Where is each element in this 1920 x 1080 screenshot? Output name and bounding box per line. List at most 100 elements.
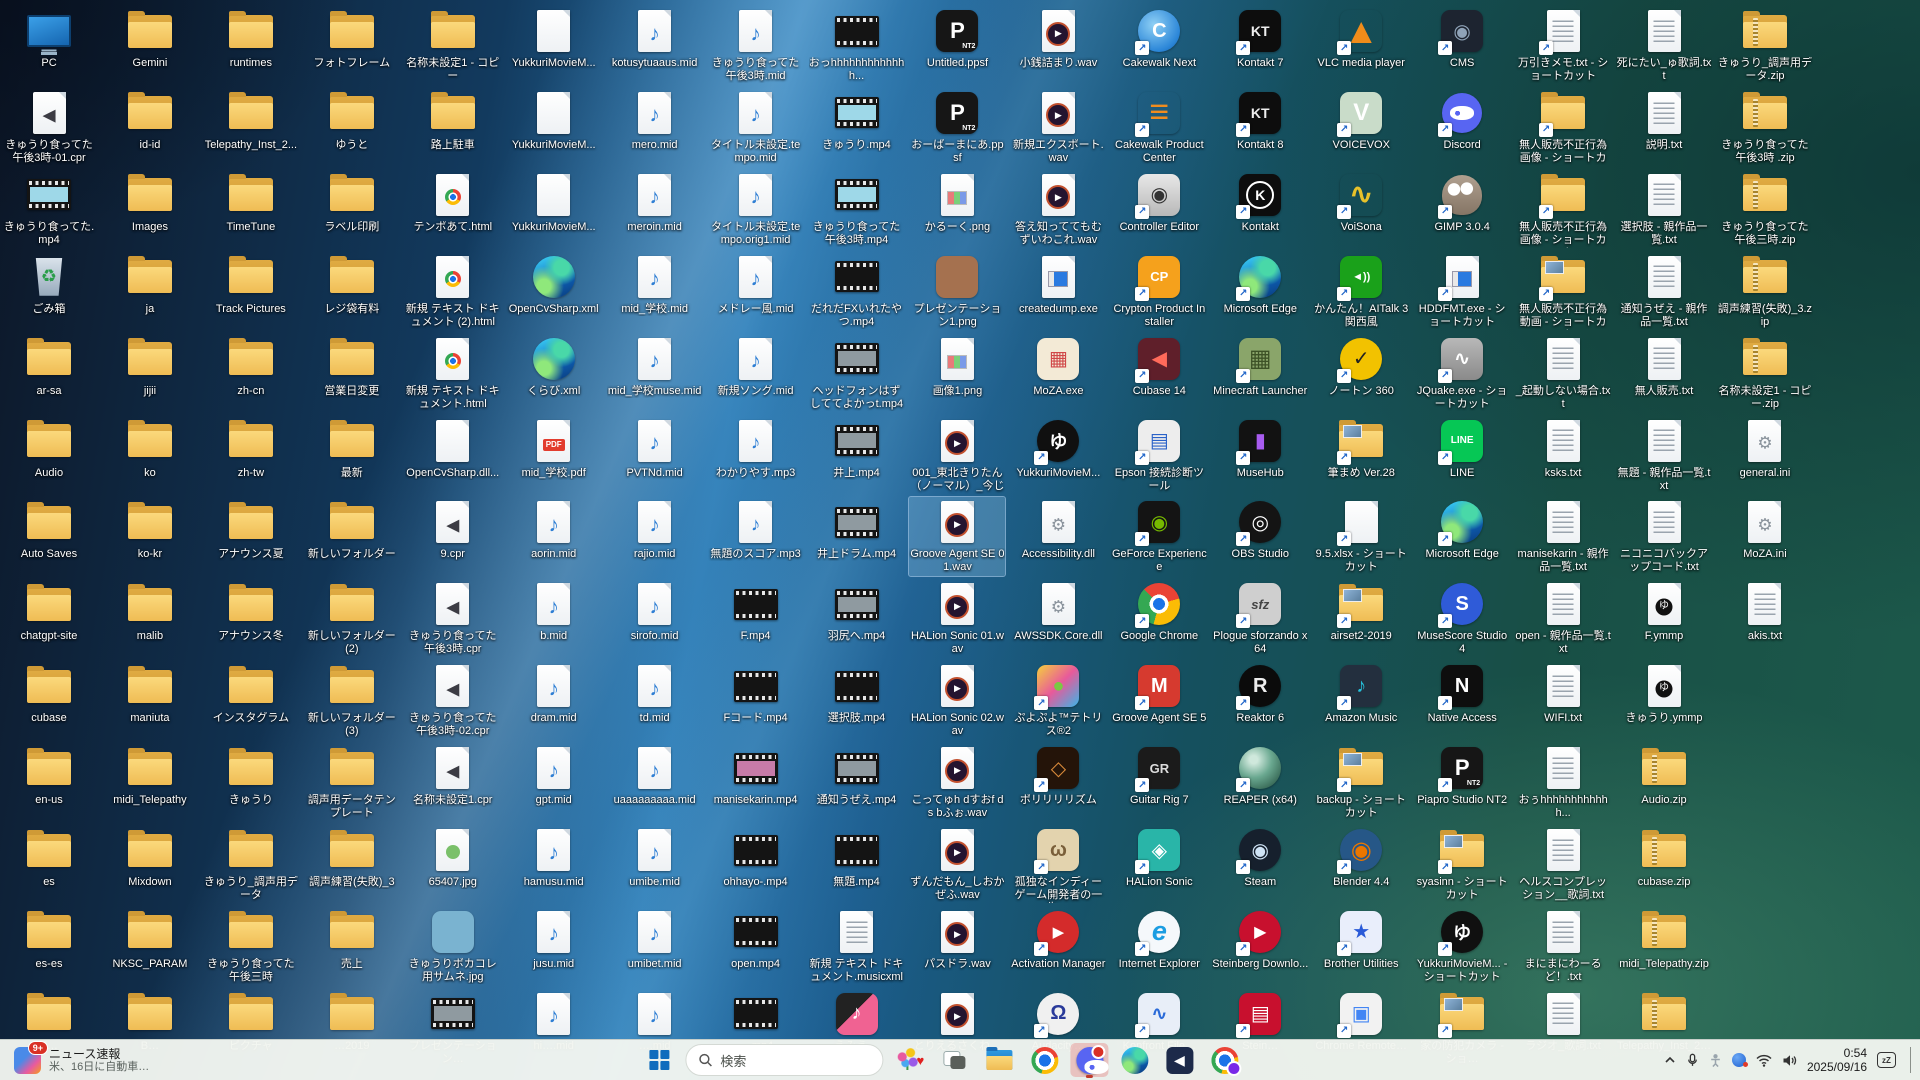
desktop-icon[interactable]: ♪mid_学校.mid	[607, 252, 703, 318]
desktop-icon[interactable]: ▶Groove Agent SE 01.wav	[909, 497, 1005, 576]
desktop-icon[interactable]: おぅhhhhhhhhhhhh...	[1515, 743, 1611, 822]
desktop-icon[interactable]: zh-cn	[203, 334, 299, 400]
desktop-icon[interactable]: OpenCvSharp.xml	[506, 252, 602, 318]
file-explorer-button[interactable]	[980, 1043, 1018, 1077]
desktop-icon[interactable]: 調声練習(失敗)_3.zip	[1717, 252, 1813, 331]
desktop-icon[interactable]: PNT2Untitled.ppsf	[909, 6, 1005, 72]
desktop-icon[interactable]: ⚙Accessibility.dll	[1010, 497, 1106, 563]
desktop-icon[interactable]: ゆきゅうり.ymmp	[1616, 661, 1712, 727]
desktop-icon[interactable]: 売上	[304, 907, 400, 973]
desktop-icon[interactable]: ↗9.5.xlsx - ショートカット	[1313, 497, 1409, 576]
desktop-icon[interactable]: テンポあて.html	[405, 170, 501, 236]
desktop-icon[interactable]: 死にたい_ゅ歌詞.txt	[1616, 6, 1712, 85]
desktop-icon[interactable]: akis.txt	[1717, 579, 1813, 645]
desktop-icon[interactable]: きゅうり食ってた午後3時.mp4	[809, 170, 905, 249]
desktop-icon[interactable]: ↗無人販売不正行為 動画 - ショートカット	[1515, 252, 1611, 332]
desktop-icon[interactable]: きゅうり食ってた午後3時 .zip	[1717, 88, 1813, 167]
desktop-icon[interactable]: きゅうりボカコレ用サムネ.jpg	[405, 907, 501, 986]
desktop-icon[interactable]: V↗VOICEVOX	[1313, 88, 1409, 154]
desktop-icon[interactable]: Track Pictures	[203, 252, 299, 318]
desktop-icon[interactable]: 説明.txt	[1616, 88, 1712, 154]
desktop-icon[interactable]: PNT2おーばーまにあ.ppsf	[909, 88, 1005, 167]
desktop-icon[interactable]: フォトフレーム	[304, 6, 400, 72]
desktop-icon[interactable]: ♪PVTNd.mid	[607, 416, 703, 482]
desktop-icon[interactable]: es-es	[1, 907, 97, 973]
desktop-icon[interactable]: chatgpt-site	[1, 579, 97, 645]
desktop-icon[interactable]: LINE↗LINE	[1414, 416, 1510, 482]
desktop-icon[interactable]: ♪タイトル未設定.tempo.mid	[708, 88, 804, 167]
desktop-icon[interactable]: 名称未設定1 - コピー.zip	[1717, 334, 1813, 413]
desktop-icon[interactable]: ゆ↗YukkuriMovieM...	[1010, 416, 1106, 482]
desktop-icon[interactable]: runtimes	[203, 6, 299, 72]
discord-taskbar-button[interactable]	[1070, 1043, 1108, 1077]
desktop-icon[interactable]: 路上駐車	[405, 88, 501, 154]
desktop-icon[interactable]: ▶パスドラ.wav	[909, 907, 1005, 973]
desktop-icon[interactable]: YukkuriMovieM...	[506, 88, 602, 154]
desktop-icon[interactable]: _起動しない場合.txt	[1515, 334, 1611, 413]
desktop-icon[interactable]: ▦MoZA.exe	[1010, 334, 1106, 400]
desktop-icon[interactable]: manisekarin.mp4	[708, 743, 804, 809]
chrome-taskbar-button[interactable]	[1025, 1043, 1063, 1077]
desktop-icon[interactable]: ゆうと	[304, 88, 400, 154]
desktop-icon[interactable]: ▶新規エクスポート.wav	[1010, 88, 1106, 167]
desktop-icon[interactable]: PC	[1, 6, 97, 72]
desktop-icon[interactable]: KT↗Kontakt 8	[1212, 88, 1308, 154]
desktop-icon[interactable]: ♪uaaaaaaaaa.mid	[607, 743, 703, 809]
desktop-icon[interactable]: malib	[102, 579, 198, 645]
desktop-icon[interactable]: きゅうり食ってた.mp4	[1, 170, 97, 249]
desktop-icon[interactable]: PNT2↗Piapro Studio NT2	[1414, 743, 1510, 809]
desktop-icon[interactable]: ▶ずんだもん_しおかぜふ.wav	[909, 825, 1005, 904]
desktop-icon[interactable]: くらび.xml	[506, 334, 602, 400]
tray-clock[interactable]: 0:54 2025/09/16	[1807, 1046, 1867, 1074]
desktop-icon[interactable]: Telepathy_Inst_2...	[203, 88, 299, 154]
desktop-icon[interactable]: F.mp4	[708, 579, 804, 645]
desktop-icon[interactable]: ♪sirofo.mid	[607, 579, 703, 645]
desktop-icon[interactable]: ◀きゅうり食ってた午後3時-01.cpr	[1, 88, 97, 167]
desktop-icon[interactable]: プレゼンテーション1.png	[909, 252, 1005, 331]
widgets-news-button[interactable]: 9+ ニュース速報 米、16日に自動車…	[8, 1043, 155, 1077]
desktop-icon[interactable]: ニコニコバックアップコード.txt	[1616, 497, 1712, 576]
desktop-icon[interactable]: 通知うぜえ - 親作品一覧.txt	[1616, 252, 1712, 331]
desktop-icon[interactable]: ∿↗VoiSona	[1313, 170, 1409, 236]
desktop-icon[interactable]: R↗Reaktor 6	[1212, 661, 1308, 727]
desktop-icon[interactable]: きゅうり_調声用データ.zip	[1717, 6, 1813, 85]
desktop-icon[interactable]: ♪タイトル未設定.tempo.orig1.mid	[708, 170, 804, 249]
desktop-icon[interactable]: ◈↗HALion Sonic	[1111, 825, 1207, 891]
desktop-icon[interactable]: 65407.jpg	[405, 825, 501, 891]
desktop-icon[interactable]: 新しいフォルダー (3)	[304, 661, 400, 740]
desktop-icon[interactable]: きゅうり.mp4	[809, 88, 905, 154]
desktop-icon[interactable]: ♻ごみ箱	[1, 252, 97, 318]
desktop-icon[interactable]: ar-sa	[1, 334, 97, 400]
show-desktop-button[interactable]	[1910, 1047, 1914, 1073]
chrome-profile-button[interactable]	[1205, 1043, 1243, 1077]
desktop-icon[interactable]: ◀↗Cubase 14	[1111, 334, 1207, 400]
desktop-icon[interactable]: ↗Microsoft Edge	[1414, 497, 1510, 563]
desktop-icon[interactable]: 無題 - 親作品一覧.txt	[1616, 416, 1712, 495]
start-button[interactable]	[640, 1043, 678, 1077]
desktop-icon[interactable]: 新しいフォルダー	[304, 497, 400, 563]
desktop-icon[interactable]: ko	[102, 416, 198, 482]
desktop-icon[interactable]: midi_Telepathy.zip	[1616, 907, 1712, 973]
desktop-icon[interactable]: Mixdown	[102, 825, 198, 891]
desktop-icon[interactable]: ◎↗OBS Studio	[1212, 497, 1308, 563]
search-input[interactable]: 検索	[685, 1044, 883, 1076]
desktop-icon[interactable]: ♪gpt.mid	[506, 743, 602, 809]
desktop-icon[interactable]: ♪b.mid	[506, 579, 602, 645]
desktop-icon[interactable]: ▶答え知っててもむずいわこれ.wav	[1010, 170, 1106, 249]
volume-icon[interactable]	[1782, 1054, 1797, 1067]
ime-ball-icon[interactable]	[1732, 1053, 1746, 1067]
desktop-icon[interactable]: アナウンス夏	[203, 497, 299, 563]
desktop-icon[interactable]: cubase.zip	[1616, 825, 1712, 891]
tray-chevron-up-icon[interactable]	[1664, 1054, 1676, 1066]
task-view-button[interactable]	[935, 1043, 973, 1077]
desktop-icon[interactable]: 無人販売.txt	[1616, 334, 1712, 400]
desktop-icon[interactable]: ▤↗Epson 接続診断ツール	[1111, 416, 1207, 495]
desktop-icon[interactable]: きゅうり	[203, 743, 299, 809]
desktop-icon[interactable]: OpenCvSharp.dll...	[405, 416, 501, 482]
desktop-icon[interactable]: ♪hamusu.mid	[506, 825, 602, 891]
desktop-icon[interactable]: ▶001_東北きりたん（ノーマル）_今じゃ...	[909, 416, 1005, 496]
desktop-icon[interactable]: きゅうり食ってた午後三時.zip	[1717, 170, 1813, 249]
desktop-icon[interactable]: 羽尻へ.mp4	[809, 579, 905, 645]
desktop-icon[interactable]: ▶HALion Sonic 01.wav	[909, 579, 1005, 658]
desktop-icon[interactable]: かるーく.png	[909, 170, 1005, 236]
